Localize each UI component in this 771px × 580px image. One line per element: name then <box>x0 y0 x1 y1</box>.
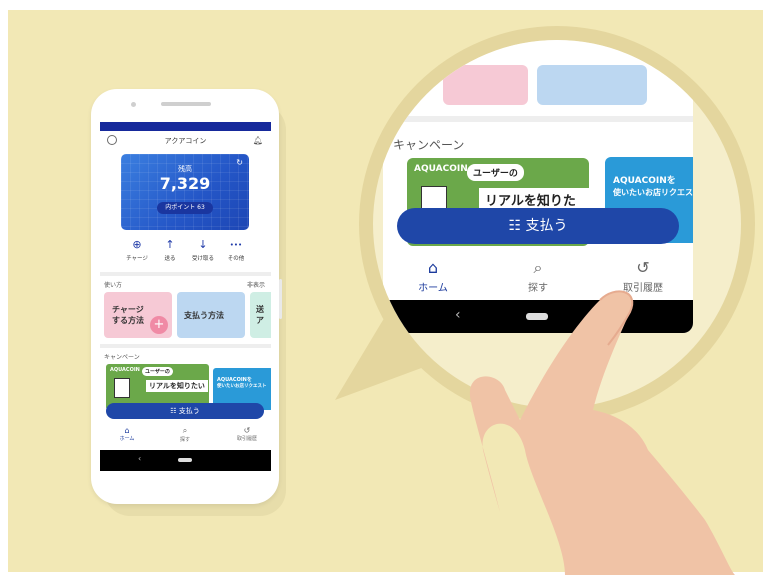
pointing-hand <box>469 290 735 575</box>
illustration: アクアコイン 🔔︎ ↻ 残高 7,329 内ポイント 63 ⊕ チャージ ↑ 送… <box>0 0 771 580</box>
